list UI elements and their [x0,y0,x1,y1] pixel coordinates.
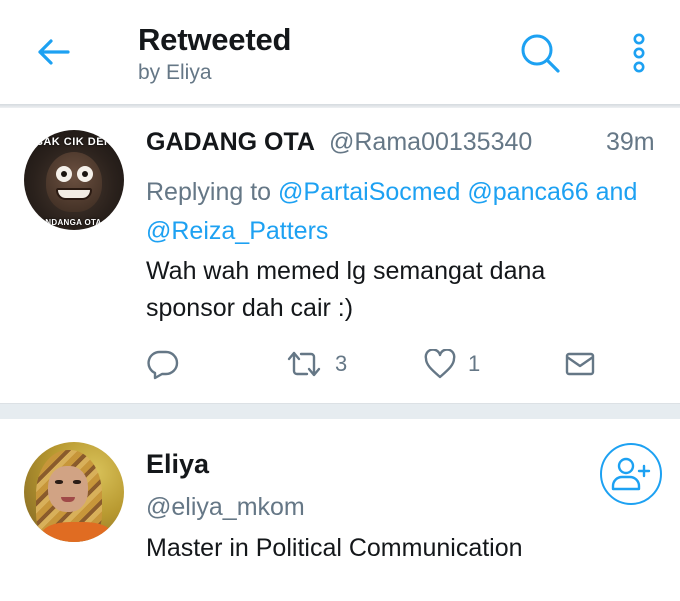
tweet-text-line: sponsor dah cair :) [146,294,354,322]
avatar-caption-bottom: MANDANGA OTA AN [32,218,116,227]
reply-icon [147,350,179,380]
retweet-icon [287,351,321,377]
section-divider [0,403,680,419]
user-avatar[interactable] [24,442,124,542]
page-title: Retweeted [138,22,292,57]
avatar-face [46,152,102,212]
add-user-icon [611,457,651,491]
app-header: Retweeted by Eliya [0,0,680,106]
retweet-button[interactable]: 3 [285,348,347,380]
overflow-menu-icon [633,33,645,73]
reply-button[interactable] [147,348,179,380]
tweet-text-line: Wah wah memed lg semangat dana [146,257,546,285]
direct-message-button[interactable] [565,348,595,380]
search-button[interactable] [517,30,563,76]
avatar-mouth [61,497,75,502]
tweet-author-avatar[interactable]: SAK CIK DEN MANDANGA OTA AN [24,130,124,230]
overflow-menu-button[interactable] [624,30,654,76]
mention-link[interactable]: @panca66 [467,178,588,206]
replying-to: Replying to @PartaiSocmed @panca66 and @… [146,173,656,251]
envelope-icon [565,352,595,376]
tweet-author-handle[interactable]: @Rama00135340 [329,128,532,157]
tweet-timestamp: 39m [606,128,655,156]
back-button[interactable] [30,32,76,72]
avatar-eye-left [56,166,72,182]
user-bio: Master in Political Communication [146,534,523,562]
mention-link[interactable]: @PartaiSocmed [278,178,460,206]
avatar-eye-right [77,166,93,182]
retweet-count: 3 [335,351,348,376]
follow-button[interactable] [600,443,662,505]
avatar-mouth [56,188,92,200]
like-button[interactable]: 1 [424,348,480,380]
tweet-author-name[interactable]: GADANG OTA [146,128,315,157]
replying-to-label: Replying to [146,178,272,206]
avatar-caption-top: SAK CIK DEN [35,136,113,148]
mention-link[interactable]: @Reiza_Patters [146,217,328,245]
heart-icon [424,349,456,379]
avatar-eye-left [55,480,63,484]
avatar-eye-right [73,480,81,484]
like-count: 1 [468,351,481,376]
arrow-left-icon [38,39,70,65]
user-handle[interactable]: @eliya_mkom [146,493,305,522]
tweet-text: Wah wah memed lg semangat dana sponsor d… [146,253,656,327]
user-name[interactable]: Eliya [146,449,209,480]
page-subtitle: by Eliya [138,61,212,84]
avatar-face [48,466,88,512]
avatar-vest [42,522,112,542]
mention-and: and [595,178,638,206]
search-icon [521,34,560,73]
